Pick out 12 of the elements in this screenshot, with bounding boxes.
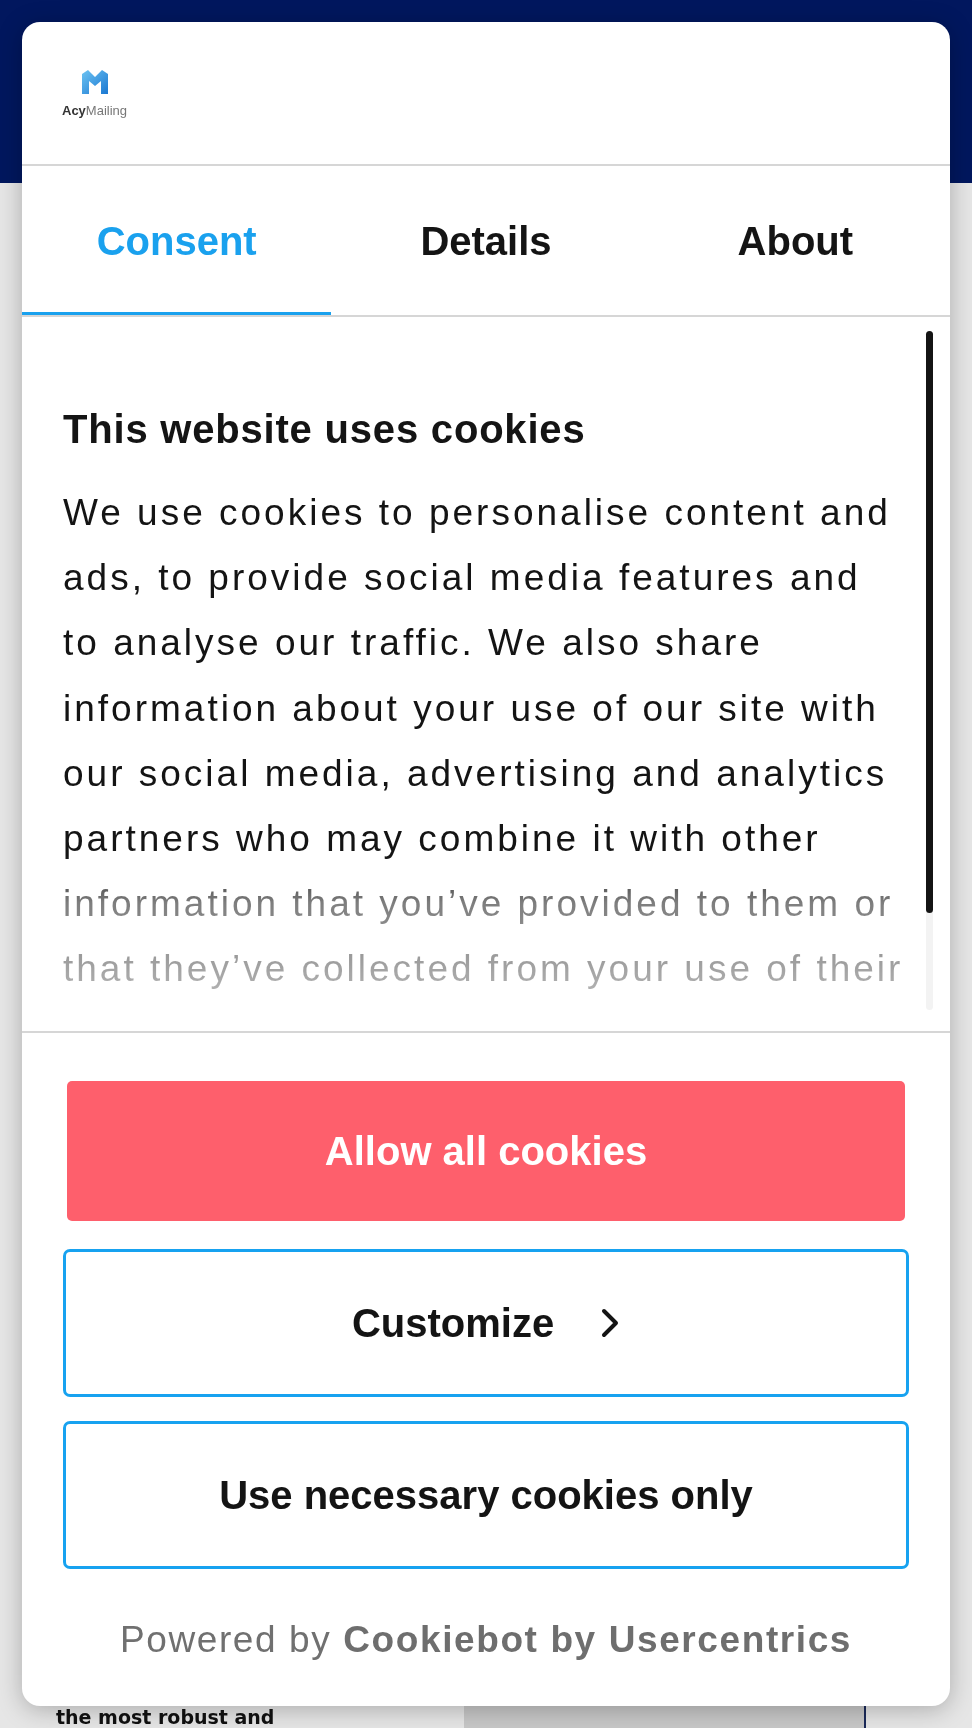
page-heading-text: the most robust and bbox=[56, 1706, 275, 1728]
cookiebot-link[interactable]: Cookiebot by Usercentrics bbox=[343, 1619, 853, 1660]
necessary-only-button[interactable]: Use necessary cookies only bbox=[63, 1421, 909, 1569]
dialog-heading: This website uses cookies bbox=[63, 406, 587, 453]
cookie-description: We use cookies to personalise content and ads, to provide social media features and to analyse our traffic. We also share information about your use of our site with our social media, advertising and analytics partners who may combine it with other information that you’ve provided to them or that they’ve collected from your use of their bbox=[63, 491, 905, 992]
customize-button[interactable]: Customize bbox=[63, 1249, 909, 1397]
chevron-right-icon bbox=[600, 1308, 621, 1338]
tab[interactable]: About bbox=[640, 166, 950, 315]
tab[interactable]: Details bbox=[331, 166, 641, 315]
logo-m-icon bbox=[81, 69, 108, 94]
powered-by-text: Powered by Cookiebot by Usercentrics bbox=[118, 1618, 854, 1662]
logo-text: AcyMailing bbox=[62, 103, 128, 117]
